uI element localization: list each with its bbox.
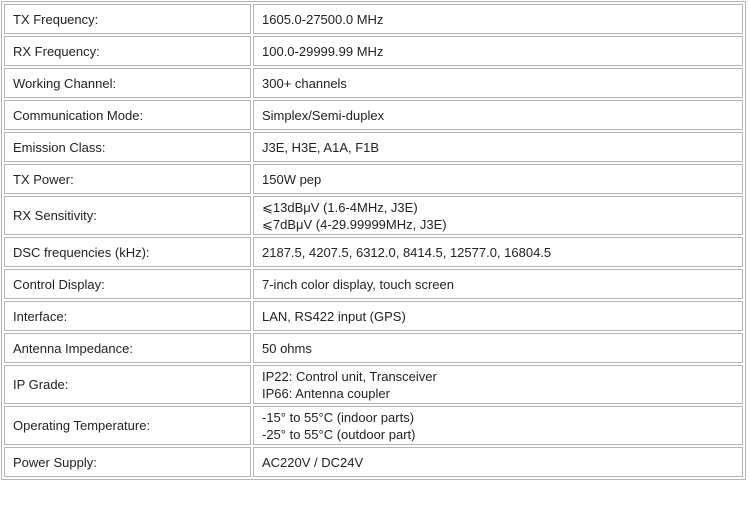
spec-value: AC220V / DC24V <box>253 447 743 477</box>
spec-value: -15° to 55°C (indoor parts) -25° to 55°C … <box>253 406 743 445</box>
spec-value-line: 2187.5, 4207.5, 6312.0, 8414.5, 12577.0,… <box>262 244 552 260</box>
spec-value-line: 150W pep <box>262 171 322 187</box>
spec-row: RX Frequency: 100.0-29999.99 MHz <box>4 36 743 66</box>
spec-table-body: TX Frequency: 1605.0-27500.0 MHz RX Freque… <box>4 4 743 477</box>
spec-row: Antenna Impedance: 50 ohms <box>4 333 743 363</box>
spec-row: Power Supply: AC220V / DC24V <box>4 447 743 477</box>
spec-label: Operating Temperature: <box>4 406 251 445</box>
spec-value-line: Simplex/Semi-duplex <box>262 107 385 123</box>
spec-value-line: -25° to 55°C (outdoor part) <box>262 426 416 442</box>
spec-value-line: IP66: Antenna coupler <box>262 385 390 401</box>
spec-value-line: ⩽13dBμV (1.6-4MHz, J3E) <box>262 199 418 215</box>
spec-label: Power Supply: <box>4 447 251 477</box>
spec-row: Operating Temperature: -15° to 55°C (indo… <box>4 406 743 445</box>
spec-value-line: 7-inch color display, touch screen <box>262 276 454 292</box>
spec-value-line: 1605.0-27500.0 MHz <box>262 11 384 27</box>
spec-value: J3E, H3E, A1A, F1B <box>253 132 743 162</box>
spec-label: TX Power: <box>4 164 251 194</box>
spec-row: Interface: LAN, RS422 input (GPS) <box>4 301 743 331</box>
spec-label: IP Grade: <box>4 365 251 404</box>
spec-value: 50 ohms <box>253 333 743 363</box>
spec-value: 1605.0-27500.0 MHz <box>253 4 743 34</box>
spec-value-line: AC220V / DC24V <box>262 454 364 470</box>
spec-value: ⩽13dBμV (1.6-4MHz, J3E) ⩽7dBμV (4-29.9999… <box>253 196 743 235</box>
spec-row: Communication Mode: Simplex/Semi-duplex <box>4 100 743 130</box>
spec-row: DSC frequencies (kHz): 2187.5, 4207.5, 63… <box>4 237 743 267</box>
spec-value-line: 100.0-29999.99 MHz <box>262 43 384 59</box>
spec-label: RX Frequency: <box>4 36 251 66</box>
spec-row: Emission Class: J3E, H3E, A1A, F1B <box>4 132 743 162</box>
spec-row: TX Power: 150W pep <box>4 164 743 194</box>
spec-value: IP22: Control unit, Transceiver IP66: Ant… <box>253 365 743 404</box>
spec-table: TX Frequency: 1605.0-27500.0 MHz RX Freque… <box>1 1 746 480</box>
spec-label: Communication Mode: <box>4 100 251 130</box>
spec-value-line: ⩽7dBμV (4-29.99999MHz, J3E) <box>262 216 447 232</box>
spec-value-line: LAN, RS422 input (GPS) <box>262 308 406 324</box>
spec-value-line: 300+ channels <box>262 75 347 91</box>
spec-value: 2187.5, 4207.5, 6312.0, 8414.5, 12577.0,… <box>253 237 743 267</box>
spec-label: Emission Class: <box>4 132 251 162</box>
spec-value-line: 50 ohms <box>262 340 312 356</box>
spec-value: 7-inch color display, touch screen <box>253 269 743 299</box>
spec-row: Working Channel: 300+ channels <box>4 68 743 98</box>
spec-value-line: -15° to 55°C (indoor parts) <box>262 409 415 425</box>
spec-value: Simplex/Semi-duplex <box>253 100 743 130</box>
spec-value: 300+ channels <box>253 68 743 98</box>
spec-label: Working Channel: <box>4 68 251 98</box>
spec-value-line: IP22: Control unit, Transceiver <box>262 368 437 384</box>
spec-value-line: J3E, H3E, A1A, F1B <box>262 139 380 155</box>
spec-row: RX Sensitivity: ⩽13dBμV (1.6-4MHz, J3E) ⩽7… <box>4 196 743 235</box>
spec-row: IP Grade: IP22: Control unit, Transceiver… <box>4 365 743 404</box>
spec-label: DSC frequencies (kHz): <box>4 237 251 267</box>
spec-label: TX Frequency: <box>4 4 251 34</box>
spec-row: TX Frequency: 1605.0-27500.0 MHz <box>4 4 743 34</box>
spec-value: 150W pep <box>253 164 743 194</box>
spec-value: LAN, RS422 input (GPS) <box>253 301 743 331</box>
spec-row: Control Display: 7-inch color display, to… <box>4 269 743 299</box>
spec-label: Interface: <box>4 301 251 331</box>
spec-label: Antenna Impedance: <box>4 333 251 363</box>
spec-label: RX Sensitivity: <box>4 196 251 235</box>
spec-value: 100.0-29999.99 MHz <box>253 36 743 66</box>
spec-label: Control Display: <box>4 269 251 299</box>
